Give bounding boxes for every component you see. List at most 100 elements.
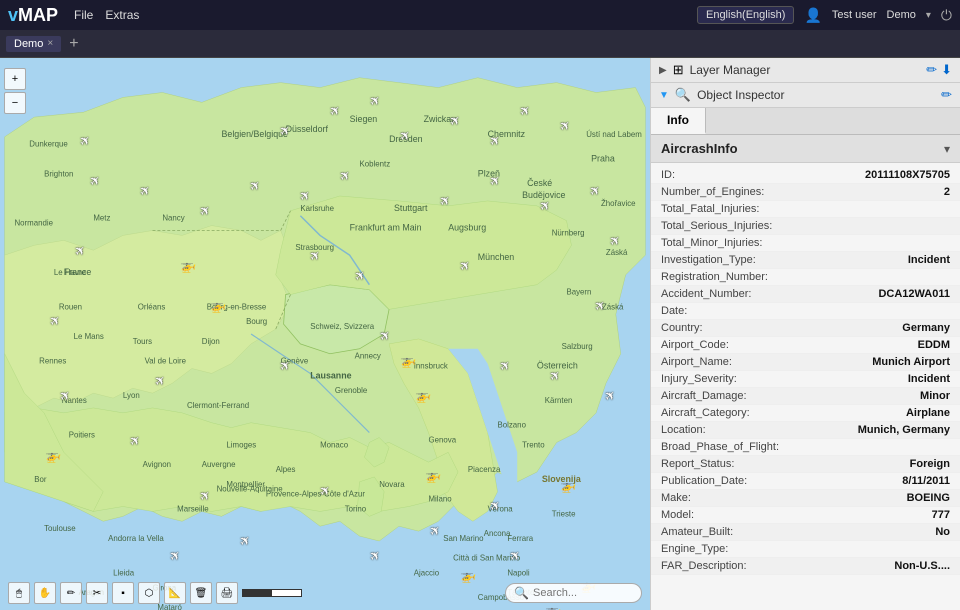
- menu-extras[interactable]: Extras: [105, 8, 139, 22]
- svg-text:Augsburg: Augsburg: [448, 223, 486, 233]
- map-area[interactable]: France Strasbourg Frankfurt am Main Belg…: [0, 58, 650, 610]
- info-tab[interactable]: Info: [651, 108, 706, 134]
- object-inspector-header[interactable]: ▼ 🔍 Object Inspector ✏: [651, 83, 960, 108]
- prop-value: No: [820, 526, 950, 538]
- svg-text:Bayern: Bayern: [567, 288, 592, 297]
- svg-text:Trento: Trento: [522, 440, 545, 449]
- svg-text:Le Mans: Le Mans: [74, 332, 104, 341]
- properties-header: AircrashInfo ▾: [651, 135, 960, 163]
- svg-text:Frankfurt am Main: Frankfurt am Main: [350, 223, 422, 233]
- svg-text:Piacenza: Piacenza: [468, 465, 501, 474]
- layer-manager-icon: ⊞: [673, 62, 684, 78]
- svg-text:Siegen: Siegen: [350, 114, 378, 124]
- topbar-right: English(English) 👤 Test user Demo ▾ ⏻: [697, 6, 952, 24]
- svg-text:Auvergne: Auvergne: [202, 460, 236, 469]
- bottom-toolbar: 🖱 ✋ ✏ ✂ ▪ ⬡ 📐 🗑 🖨 🔍: [0, 582, 650, 604]
- select-tool[interactable]: 🖱: [8, 582, 30, 604]
- prop-key: FAR_Description:: [661, 560, 820, 572]
- inspector-edit-icon[interactable]: ✏: [941, 87, 952, 103]
- prop-value: 777: [820, 509, 950, 521]
- prop-key: Aircraft_Category:: [661, 407, 820, 419]
- svg-text:Napoli: Napoli: [507, 569, 530, 578]
- properties-title: AircrashInfo: [661, 141, 738, 156]
- svg-text:Torino: Torino: [345, 504, 367, 513]
- svg-text:Val de Loire: Val de Loire: [145, 357, 187, 366]
- svg-text:San Marino: San Marino: [443, 534, 484, 543]
- svg-text:Zwickau: Zwickau: [424, 114, 457, 124]
- svg-text:Záská: Záská: [606, 248, 628, 257]
- svg-text:Avignon: Avignon: [143, 460, 171, 469]
- svg-text:Rouen: Rouen: [59, 302, 82, 311]
- properties-dropdown[interactable]: ▾: [944, 142, 950, 156]
- language-button[interactable]: English(English): [697, 6, 794, 24]
- object-inspector-arrow: ▼: [659, 90, 669, 101]
- svg-text:Mataró: Mataró: [157, 603, 182, 610]
- svg-text:Trieste: Trieste: [552, 509, 576, 518]
- search-input[interactable]: [533, 587, 633, 599]
- svg-text:Limoges: Limoges: [226, 440, 256, 449]
- svg-text:Lleida: Lleida: [113, 569, 135, 578]
- svg-text:Toulouse: Toulouse: [44, 524, 76, 533]
- svg-text:Monaco: Monaco: [320, 440, 349, 449]
- svg-text:Plzeň: Plzeň: [478, 168, 500, 178]
- prop-key: Make:: [661, 492, 820, 504]
- prop-key: Total_Serious_Injuries:: [661, 220, 820, 232]
- prop-key: Total_Fatal_Injuries:: [661, 203, 820, 215]
- demo-tab[interactable]: Demo ×: [6, 36, 61, 52]
- prop-key: Model:: [661, 509, 820, 521]
- zoom-in-button[interactable]: +: [4, 68, 26, 90]
- svg-text:Clermont-Ferrand: Clermont-Ferrand: [187, 401, 249, 410]
- property-row: Investigation_Type:Incident: [651, 252, 960, 269]
- demo-label[interactable]: Demo: [887, 9, 916, 21]
- svg-text:Provence-Alpes-Côte d'Azur: Provence-Alpes-Côte d'Azur: [266, 490, 365, 499]
- print-tool[interactable]: 🖨: [216, 582, 238, 604]
- prop-value: Germany: [820, 322, 950, 334]
- cut-tool[interactable]: ✂: [86, 582, 108, 604]
- svg-text:Grenoble: Grenoble: [335, 386, 368, 395]
- draw-tool[interactable]: ✏: [60, 582, 82, 604]
- menu-file[interactable]: File: [74, 8, 93, 22]
- svg-text:Marseille: Marseille: [177, 504, 209, 513]
- property-row: Location:Munich, Germany: [651, 422, 960, 439]
- user-name: Test user: [832, 9, 877, 21]
- layer-download-icon[interactable]: ⬇: [941, 62, 952, 78]
- property-row: Date:: [651, 303, 960, 320]
- property-row: Publication_Date:8/11/2011: [651, 473, 960, 490]
- dropdown-arrow[interactable]: ▾: [926, 10, 931, 21]
- svg-text:Nancy: Nancy: [162, 214, 184, 223]
- add-tab-button[interactable]: +: [65, 35, 82, 53]
- property-row: Number_of_Engines:2: [651, 184, 960, 201]
- hex-tool[interactable]: ⬡: [138, 582, 160, 604]
- pan-tool[interactable]: ✋: [34, 582, 56, 604]
- svg-text:Dunkerque: Dunkerque: [29, 140, 68, 149]
- rect-tool[interactable]: ▪: [112, 582, 134, 604]
- layer-manager-header[interactable]: ▶ ⊞ Layer Manager ✏ ⬇: [651, 58, 960, 83]
- svg-text:Poitiers: Poitiers: [69, 431, 95, 440]
- search-box[interactable]: 🔍: [505, 583, 642, 603]
- property-row: Injury_Severity:Incident: [651, 371, 960, 388]
- layer-edit-icon[interactable]: ✏: [926, 62, 937, 78]
- svg-text:Innsbruck: Innsbruck: [414, 362, 448, 371]
- prop-key: Amateur_Built:: [661, 526, 820, 538]
- layer-manager-arrow: ▶: [659, 65, 667, 76]
- svg-text:Dresden: Dresden: [389, 134, 423, 144]
- svg-text:München: München: [478, 252, 515, 262]
- svg-text:Le Havre: Le Havre: [54, 268, 87, 277]
- prop-key: Broad_Phase_of_Flight:: [661, 441, 820, 453]
- prop-value: 8/11/2011: [820, 475, 950, 487]
- delete-tool[interactable]: 🗑: [190, 582, 212, 604]
- layer-manager-actions: ✏ ⬇: [926, 62, 952, 78]
- measure-tool[interactable]: 📐: [164, 582, 186, 604]
- demo-tab-close[interactable]: ×: [47, 38, 53, 49]
- power-button[interactable]: ⏻: [941, 7, 952, 24]
- property-row: Total_Fatal_Injuries:: [651, 201, 960, 218]
- svg-text:Ancona: Ancona: [484, 529, 511, 538]
- svg-text:Andorra la Vella: Andorra la Vella: [108, 534, 164, 543]
- svg-text:Verona: Verona: [488, 504, 514, 513]
- property-row: Registration_Number:: [651, 269, 960, 286]
- prop-key: Country:: [661, 322, 820, 334]
- zoom-out-button[interactable]: −: [4, 92, 26, 114]
- prop-value: Munich, Germany: [820, 424, 950, 436]
- prop-key: Number_of_Engines:: [661, 186, 820, 198]
- property-row: Aircraft_Category:Airplane: [651, 405, 960, 422]
